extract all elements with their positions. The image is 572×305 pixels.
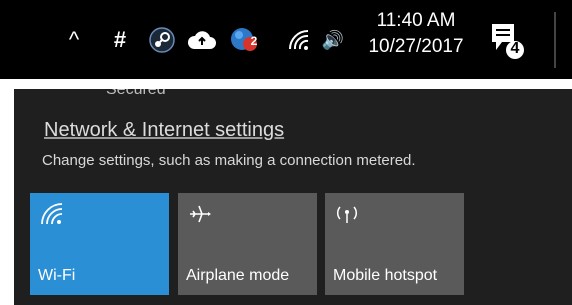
notification-count: 4 [510,40,520,57]
cloud-upload-icon[interactable] [184,22,220,58]
clock[interactable]: 11:40 AM 10/27/2017 [356,8,476,60]
spacer [0,79,572,89]
tile-mobile-hotspot[interactable]: Mobile hotspot [325,193,464,295]
hash-icon[interactable]: # [106,22,134,58]
clock-date: 10/27/2017 [368,36,464,57]
clock-time: 11:40 AM [376,10,456,31]
wifi-icon[interactable] [282,22,314,58]
network-settings-description: Change settings, such as making a connec… [42,152,416,169]
tile-mobile-hotspot-label: Mobile hotspot [333,267,438,284]
tile-airplane-mode-label: Airplane mode [186,267,290,284]
taskbar: ^ # 2 🔊 11:40 AM 10/27/2017 4 [0,0,572,79]
partial-text: Secured [106,89,166,98]
shield-badge-icon[interactable]: 2 [228,22,262,58]
network-settings-link[interactable]: Network & Internet settings [44,119,284,142]
airplane-icon [188,203,212,225]
network-flyout: Secured Network & Internet settings Chan… [14,89,572,305]
tile-wifi-label: Wi-Fi [38,267,76,284]
chevron-glyph: ^ [68,27,80,52]
wifi-icon [40,203,64,225]
hash-glyph: # [113,27,127,52]
taskbar-divider [554,12,556,68]
speaker-icon[interactable]: 🔊 [316,22,350,58]
shield-badge-count: 2 [250,34,258,48]
tile-airplane-mode[interactable]: Airplane mode [178,193,317,295]
notification-center-icon[interactable]: 4 [486,18,536,66]
chevron-up-icon[interactable]: ^ [60,22,88,58]
steam-icon[interactable] [146,22,178,58]
speaker-glyph: 🔊 [321,29,345,50]
tile-wifi[interactable]: Wi-Fi [30,193,169,295]
hotspot-icon [335,203,359,225]
